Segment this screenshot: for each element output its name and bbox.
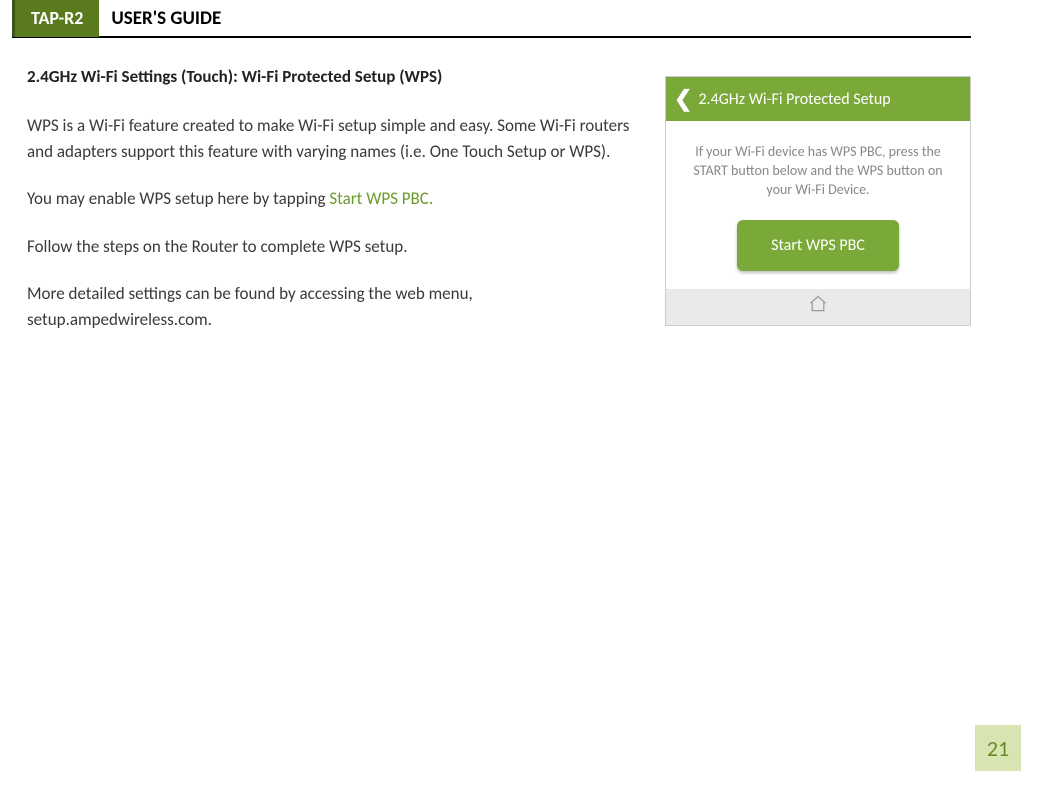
text-column: 2.4GHz Wi-Fi Settings (Touch): Wi-Fi Pro… [27,66,645,354]
guide-title: USER'S GUIDE [111,7,221,30]
panel-instruction: If your Wi-Fi device has WPS PBC, press … [684,143,952,200]
paragraph-more: More detailed settings can be found by a… [27,281,645,332]
panel-header[interactable]: ❮ 2.4GHz Wi-Fi Protected Setup [666,77,970,121]
paragraph-intro: WPS is a Wi-Fi feature created to make W… [27,113,645,164]
paragraph-enable: You may enable WPS setup here by tapping… [27,186,645,212]
panel-title: 2.4GHz Wi-Fi Protected Setup [698,90,890,109]
panel-body: If your Wi-Fi device has WPS PBC, press … [666,121,970,289]
header-bar: TAP-R2 USER'S GUIDE [12,0,971,38]
paragraph-enable-pre: You may enable WPS setup here by tapping [27,188,329,209]
device-screenshot-panel: ❮ 2.4GHz Wi-Fi Protected Setup If your W… [665,76,971,326]
home-icon[interactable] [808,294,828,319]
start-wps-button[interactable]: Start WPS PBC [737,220,899,271]
start-wps-text: Start WPS PBC. [329,188,433,209]
section-heading: 2.4GHz Wi-Fi Settings (Touch): Wi-Fi Pro… [27,66,645,87]
panel-footer [666,289,970,325]
page-number: 21 [975,725,1021,771]
product-badge: TAP-R2 [12,0,99,37]
paragraph-follow: Follow the steps on the Router to comple… [27,234,645,260]
back-chevron-icon[interactable]: ❮ [674,88,692,110]
